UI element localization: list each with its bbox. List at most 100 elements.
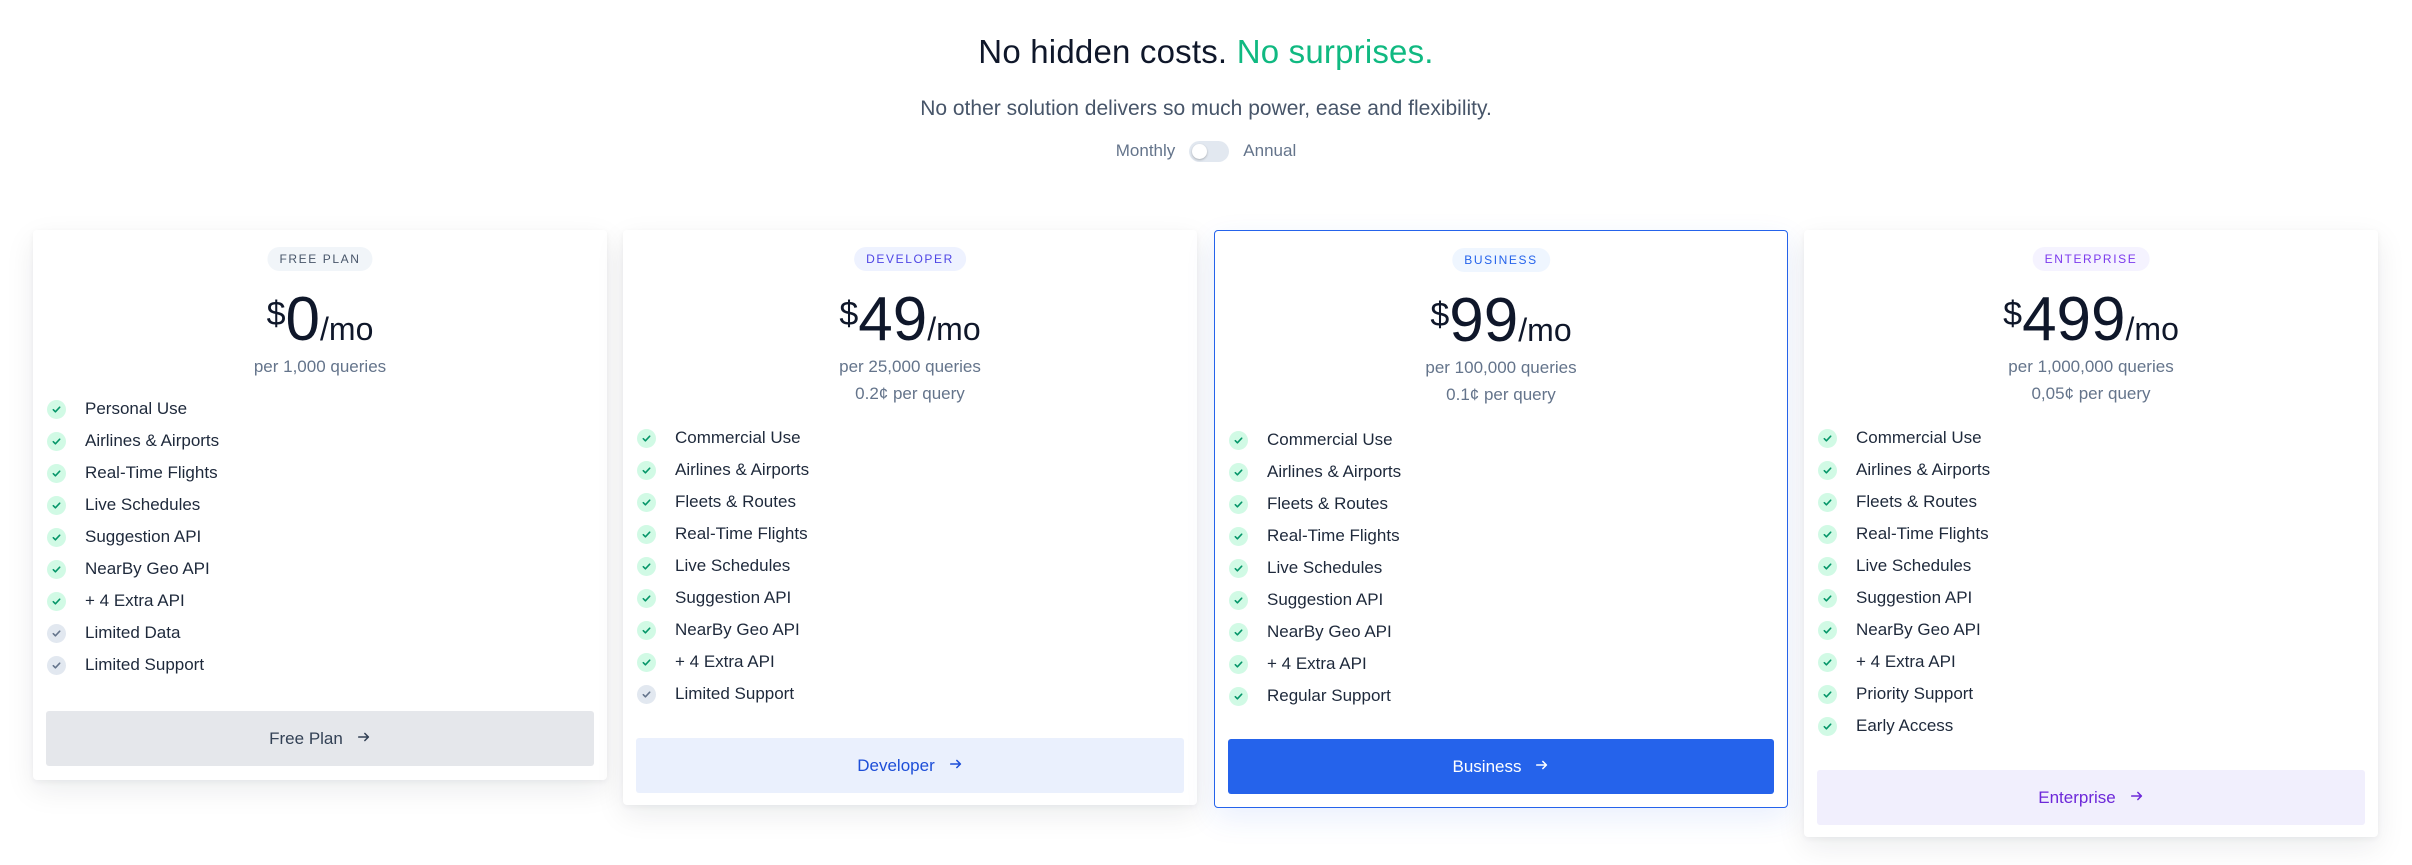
plan-queries: per 1,000 queries [253,357,387,376]
plan-badge: FREE PLAN [267,247,373,271]
price-period: /mo [320,311,374,347]
billing-period-toggle[interactable] [1189,140,1230,162]
check-icon [1229,590,1248,610]
feature-item: Suggestion API [637,582,1183,614]
check-icon [47,463,66,483]
feature-item: + 4 Extra API [47,585,593,617]
feature-item: Real-Time Flights [1818,518,2364,550]
price-period: /mo [927,311,981,347]
feature-label: Fleets & Routes [1267,494,1388,513]
feature-label: NearBy Geo API [85,559,210,578]
price-currency: $ [1430,296,1450,334]
feature-label: Airlines & Airports [1267,462,1402,481]
check-icon [1818,428,1837,448]
check-icon [637,460,656,480]
price-amount: 499 [2022,285,2126,354]
feature-item: + 4 Extra API [637,646,1183,678]
feature-label: Airlines & Airports [1856,460,1991,479]
plan-badge: BUSINESS [1452,248,1550,272]
feature-item: Fleets & Routes [637,486,1183,518]
feature-item: Commercial Use [637,422,1183,454]
feature-label: Real-Time Flights [85,463,218,482]
check-muted-icon [47,655,66,675]
feature-label: Limited Support [675,684,795,703]
check-icon [637,428,656,448]
feature-label: Fleets & Routes [675,492,796,511]
feature-item: Suggestion API [1229,584,1773,616]
plan-card-business: BUSINESS $99/mo per 100,000 queries 0.1¢… [1214,230,1788,808]
feature-item: + 4 Extra API [1229,648,1773,680]
check-icon [1818,460,1837,480]
free-plan-button[interactable]: Free Plan [46,711,594,766]
check-icon [637,652,656,672]
feature-list: Commercial Use Airlines & Airports Fleets … [1818,422,2364,742]
cta-label: Developer [857,755,935,775]
arrow-right-icon [949,756,963,776]
check-icon [637,620,656,640]
check-icon [637,492,656,512]
billing-monthly-label[interactable]: Monthly [1116,139,1176,163]
price-period: /mo [2125,311,2179,347]
check-icon [47,399,66,419]
feature-label: Priority Support [1856,684,1974,703]
cta-label: Enterprise [2038,787,2116,807]
check-icon [1229,622,1248,642]
plan-queries: per 100,000 queries [1425,358,1577,377]
check-icon [47,527,66,547]
check-icon [1229,558,1248,578]
feature-label: + 4 Extra API [675,652,775,671]
check-icon [1229,526,1248,546]
plan-badge: DEVELOPER [854,247,966,271]
feature-item: Suggestion API [1818,582,2364,614]
feature-list: Personal Use Airlines & Airports Real-Time… [47,393,593,681]
feature-item: NearBy Geo API [47,553,593,585]
check-icon [637,524,656,544]
feature-label: Limited Data [85,623,181,642]
cta-label: Free Plan [269,728,343,748]
feature-label: Airlines & Airports [85,431,220,450]
plan-per-query: 0,05¢ per query [2031,384,2151,403]
feature-label: Commercial Use [1856,428,1982,447]
check-icon [1229,494,1248,514]
plan-per-query: 0.2¢ per query [855,384,965,403]
feature-label: + 4 Extra API [85,591,185,610]
check-icon [1818,620,1837,640]
check-icon [1818,716,1837,736]
plan-per-query: 0.1¢ per query [1446,385,1556,404]
feature-item: Airlines & Airports [1229,456,1773,488]
feature-item: Live Schedules [1818,550,2364,582]
feature-item: NearBy Geo API [637,614,1183,646]
check-icon [47,495,66,515]
developer-plan-button[interactable]: Developer [636,738,1184,793]
check-icon [47,559,66,579]
business-plan-button[interactable]: Business [1228,739,1774,794]
feature-label: Real-Time Flights [1856,524,1989,543]
feature-item: NearBy Geo API [1818,614,2364,646]
feature-item: Regular Support [1229,680,1773,712]
plan-card-free: FREE PLAN $0/mo per 1,000 queries Person… [33,230,607,780]
feature-label: Regular Support [1267,686,1391,705]
feature-item: Live Schedules [637,550,1183,582]
feature-item: Limited Support [47,649,593,681]
price-period: /mo [1518,312,1572,348]
price-currency: $ [839,295,859,333]
enterprise-plan-button[interactable]: Enterprise [1817,770,2365,825]
feature-label: NearBy Geo API [675,620,800,639]
feature-item: Airlines & Airports [637,454,1183,486]
check-icon [1818,588,1837,608]
feature-item: + 4 Extra API [1818,646,2364,678]
feature-item: NearBy Geo API [1229,616,1773,648]
feature-label: NearBy Geo API [1856,620,1981,639]
feature-label: Live Schedules [1856,556,1972,575]
price-currency: $ [266,295,286,333]
plan-badge: ENTERPRISE [2032,247,2150,271]
plan-card-enterprise: ENTERPRISE $499/mo per 1,000,000 queries… [1804,230,2378,837]
feature-item: Fleets & Routes [1818,486,2364,518]
feature-item: Real-Time Flights [637,518,1183,550]
arrow-right-icon [2130,788,2144,808]
feature-label: Real-Time Flights [675,524,808,543]
feature-item: Live Schedules [47,489,593,521]
plan-queries: per 1,000,000 queries [2008,357,2174,376]
billing-annual-label[interactable]: Annual [1243,139,1296,163]
check-icon [1818,492,1837,512]
